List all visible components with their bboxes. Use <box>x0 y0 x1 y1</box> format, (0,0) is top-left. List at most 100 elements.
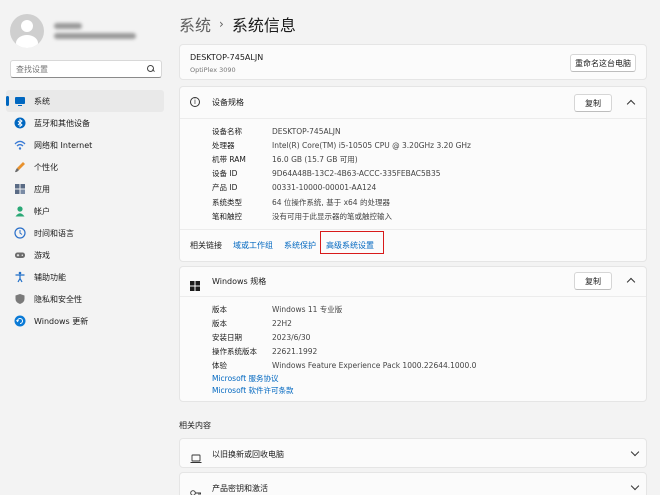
sidebar-item-accounts[interactable]: 帐户 <box>6 200 164 222</box>
gamepad-icon <box>14 249 26 261</box>
spec-key: 版本 <box>212 304 227 314</box>
spec-value[interactable]: Intel(R) Core(TM) i5-10505 CPU @ 3.20GHz… <box>272 141 471 150</box>
sidebar-item-label: 应用 <box>34 184 50 194</box>
related-item-trade-in[interactable]: 以旧换新或回收电脑 <box>179 438 647 468</box>
search-icon[interactable] <box>146 64 156 74</box>
device-name: DESKTOP-745ALJN <box>190 53 264 62</box>
domain-workgroup-link[interactable]: 域或工作组 <box>233 240 273 251</box>
spec-value[interactable]: 00331-10000-00001-AA124 <box>272 183 376 192</box>
update-icon <box>14 315 26 327</box>
chevron-up-icon[interactable] <box>626 99 636 109</box>
rename-pc-button[interactable]: 重命名这台电脑 <box>570 54 636 72</box>
user-profile[interactable] <box>10 14 136 48</box>
sidebar-item-label: 辅助功能 <box>34 272 66 282</box>
spec-value[interactable]: Windows 11 专业版 <box>272 304 342 315</box>
spec-value[interactable]: 没有可用于此显示器的笔或触控输入 <box>272 211 392 222</box>
sidebar-item-bluetooth[interactable]: 蓝牙和其他设备 <box>6 112 164 134</box>
sidebar-item-system[interactable]: 系统 <box>6 90 164 112</box>
sidebar-item-gaming[interactable]: 游戏 <box>6 244 164 266</box>
spec-value[interactable]: 22H2 <box>272 319 292 328</box>
bluetooth-icon <box>14 117 26 129</box>
device-specs-header[interactable]: i 设备规格 复制 <box>180 87 646 117</box>
copy-windows-specs-button[interactable]: 复制 <box>574 272 612 290</box>
sidebar-item-label: 帐户 <box>34 206 50 216</box>
avatar <box>10 14 44 48</box>
windows-specs-card: Windows 规格 复制 版本 Windows 11 专业版 版本 22H2 安装… <box>179 266 647 402</box>
breadcrumb-separator: › <box>219 17 224 31</box>
search-box[interactable] <box>10 60 162 78</box>
info-icon: i <box>190 97 200 107</box>
spec-value[interactable]: 9D64A48B-13C2-4B63-ACCC-335FEBAC5B35 <box>272 169 441 178</box>
spec-value[interactable]: 64 位操作系统, 基于 x64 的处理器 <box>272 197 390 208</box>
windows-specs-header[interactable]: Windows 规格 复制 <box>180 267 646 295</box>
brush-icon <box>14 161 26 173</box>
chevron-down-icon[interactable] <box>630 447 640 457</box>
spec-value[interactable]: 16.0 GB (15.7 GB 可用) <box>272 154 358 165</box>
spec-row: 笔和触控 没有可用于此显示器的笔或触控输入 <box>212 209 471 223</box>
sidebar-item-label: 网络和 Internet <box>34 140 93 150</box>
sidebar-nav: 系统 蓝牙和其他设备 网络和 Internet 个性化 应用 帐户 时间和语言 <box>6 90 164 332</box>
spec-row: 产品 ID 00331-10000-00001-AA124 <box>212 181 471 195</box>
related-item-product-key[interactable]: 产品密钥和激活 <box>179 472 647 495</box>
chevron-up-icon[interactable] <box>626 277 636 287</box>
sidebar-item-network[interactable]: 网络和 Internet <box>6 134 164 156</box>
sidebar-item-label: 游戏 <box>34 250 50 260</box>
spec-row: 系统类型 64 位操作系统, 基于 x64 的处理器 <box>212 195 471 209</box>
spec-key: 产品 ID <box>212 183 238 193</box>
spec-row: 设备 ID 9D64A48B-13C2-4B63-ACCC-335FEBAC5B3… <box>212 167 471 181</box>
spec-value[interactable]: 22621.1992 <box>272 347 317 356</box>
spec-row: 操作系统版本 22621.1992 <box>212 344 476 358</box>
copy-device-specs-button[interactable]: 复制 <box>574 94 612 112</box>
wifi-icon <box>14 139 26 151</box>
related-content-title: 相关内容 <box>179 421 211 430</box>
device-specs-title: 设备规格 <box>212 98 244 107</box>
spec-row: 体验 Windows Feature Experience Pack 1000.2… <box>212 358 476 372</box>
breadcrumb-parent[interactable]: 系统 <box>179 12 211 36</box>
sidebar-item-label: 个性化 <box>34 162 58 172</box>
sidebar-item-time-language[interactable]: 时间和语言 <box>6 222 164 244</box>
spec-value[interactable]: DESKTOP-745ALJN <box>272 127 341 136</box>
device-specs-table: 设备名称 DESKTOP-745ALJN 处理器 Intel(R) Core(TM)… <box>212 124 471 223</box>
ms-services-agreement-row: Microsoft 服务协议 <box>212 372 476 384</box>
system-icon <box>14 95 26 107</box>
sidebar-item-personalization[interactable]: 个性化 <box>6 156 164 178</box>
spec-value[interactable]: Windows Feature Experience Pack 1000.226… <box>272 361 476 370</box>
ms-services-agreement-link[interactable]: Microsoft 服务协议 <box>212 373 279 384</box>
spec-row: 机带 RAM 16.0 GB (15.7 GB 可用) <box>212 152 471 166</box>
system-protection-link[interactable]: 系统保护 <box>284 240 316 251</box>
globe-clock-icon <box>14 227 26 239</box>
spec-value[interactable]: 2023/6/30 <box>272 333 310 342</box>
spec-row: 设备名称 DESKTOP-745ALJN <box>212 124 471 138</box>
spec-key: 操作系统版本 <box>212 346 257 356</box>
windows-logo-icon <box>190 276 200 291</box>
sidebar-item-accessibility[interactable]: 辅助功能 <box>6 266 164 288</box>
ms-license-terms-link[interactable]: Microsoft 软件许可条款 <box>212 385 294 396</box>
sidebar-item-windows-update[interactable]: Windows 更新 <box>6 310 164 332</box>
chevron-down-icon[interactable] <box>630 481 640 491</box>
breadcrumb: 系统 › 系统信息 <box>179 12 296 36</box>
spec-row: 安装日期 2023/6/30 <box>212 330 476 344</box>
spec-key: 系统类型 <box>212 197 242 207</box>
spec-key: 设备 ID <box>212 169 238 179</box>
search-input[interactable] <box>16 64 136 74</box>
account-icon <box>14 205 26 217</box>
laptop-icon <box>190 449 202 463</box>
page-title: 系统信息 <box>231 16 296 35</box>
ms-license-terms-row: Microsoft 软件许可条款 <box>212 384 476 396</box>
key-icon <box>190 483 202 495</box>
sidebar-item-label: 隐私和安全性 <box>34 294 82 304</box>
spec-key: 处理器 <box>212 140 235 150</box>
spec-row: 版本 22H2 <box>212 316 476 330</box>
spec-key: 设备名称 <box>212 126 242 136</box>
related-item-label: 以旧换新或回收电脑 <box>212 450 284 459</box>
related-links-row: 相关链接 域或工作组 系统保护 高级系统设置 <box>180 230 646 262</box>
related-item-label: 产品密钥和激活 <box>212 484 268 493</box>
spec-row: 处理器 Intel(R) Core(TM) i5-10505 CPU @ 3.20… <box>212 138 471 152</box>
spec-key: 体验 <box>212 360 227 370</box>
spec-key: 版本 <box>212 318 227 328</box>
sidebar-item-privacy[interactable]: 隐私和安全性 <box>6 288 164 310</box>
spec-key: 安装日期 <box>212 332 242 342</box>
spec-key: 笔和触控 <box>212 211 242 221</box>
windows-specs-table: 版本 Windows 11 专业版 版本 22H2 安装日期 2023/6/30 操作… <box>212 302 476 396</box>
sidebar-item-apps[interactable]: 应用 <box>6 178 164 200</box>
